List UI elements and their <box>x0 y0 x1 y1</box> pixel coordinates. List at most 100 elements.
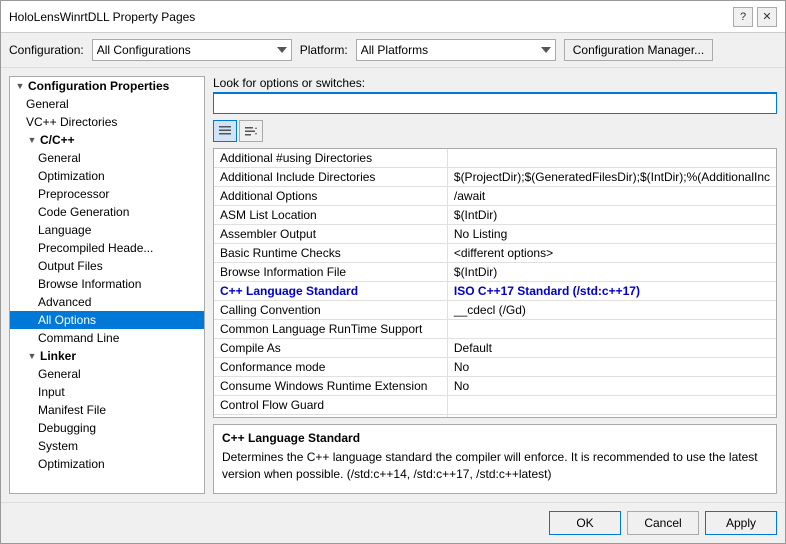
table-row[interactable]: Basic Runtime Checks<different options> <box>214 244 776 263</box>
config-row: Configuration: All Configurations Platfo… <box>1 33 785 68</box>
expand-icon-cpp: ▼ <box>26 134 38 146</box>
property-name: Control Flow Guard <box>214 396 447 415</box>
tree-node-linker-general[interactable]: General <box>10 365 204 383</box>
property-value <box>447 415 776 418</box>
table-row[interactable]: Common Language RunTime Support <box>214 320 776 339</box>
tree-node-general[interactable]: General <box>10 95 204 113</box>
property-value: <different options> <box>447 244 776 263</box>
tree-node-input[interactable]: Input <box>10 383 204 401</box>
property-name: ASM List Location <box>214 206 447 225</box>
tree-node-cpp[interactable]: ▼ C/C++ <box>10 131 204 149</box>
property-value: __cdecl (/Gd) <box>447 301 776 320</box>
description-title: C++ Language Standard <box>222 431 768 445</box>
tree-node-config-props[interactable]: ▼ Configuration Properties <box>10 77 204 95</box>
table-row[interactable]: Browse Information File$(IntDir) <box>214 263 776 282</box>
tree-label-language: Language <box>38 223 91 237</box>
tree-label-preprocessor: Preprocessor <box>38 187 109 201</box>
table-row[interactable]: Create Hotpatchable Image <box>214 415 776 418</box>
tree-node-command-line[interactable]: Command Line <box>10 329 204 347</box>
properties-scroll[interactable]: Additional #using DirectoriesAdditional … <box>214 149 776 417</box>
tree-node-precompiled[interactable]: Precompiled Heade... <box>10 239 204 257</box>
table-row[interactable]: Consume Windows Runtime ExtensionNo <box>214 377 776 396</box>
property-name: Basic Runtime Checks <box>214 244 447 263</box>
tree-label-cpp-general: General <box>38 151 81 165</box>
tree-label-debugging: Debugging <box>38 421 96 435</box>
footer: OK Cancel Apply <box>1 502 785 543</box>
sort-icon <box>244 124 258 138</box>
title-controls: ? ✕ <box>733 7 777 27</box>
property-name: Consume Windows Runtime Extension <box>214 377 447 396</box>
sort-button[interactable] <box>239 120 263 142</box>
property-name: Additional Include Directories <box>214 168 447 187</box>
tree-label-config-props: Configuration Properties <box>28 79 169 93</box>
tree-label-all-options: All Options <box>38 313 96 327</box>
table-row[interactable]: Calling Convention__cdecl (/Gd) <box>214 301 776 320</box>
search-label: Look for options or switches: <box>213 76 777 90</box>
configuration-select[interactable]: All Configurations <box>92 39 292 61</box>
platform-label: Platform: <box>300 43 348 57</box>
table-row[interactable]: C++ Language StandardISO C++17 Standard … <box>214 282 776 301</box>
property-name: Additional Options <box>214 187 447 206</box>
configuration-manager-button[interactable]: Configuration Manager... <box>564 39 713 61</box>
tree-label-precompiled: Precompiled Heade... <box>38 241 153 255</box>
table-row[interactable]: Compile AsDefault <box>214 339 776 358</box>
table-row[interactable]: Conformance modeNo <box>214 358 776 377</box>
table-row[interactable]: Additional Options/await <box>214 187 776 206</box>
property-value: $(IntDir) <box>447 263 776 282</box>
tree-node-code-gen[interactable]: Code Generation <box>10 203 204 221</box>
tree-node-all-options[interactable]: All Options <box>10 311 204 329</box>
tree-label-code-gen: Code Generation <box>38 205 129 219</box>
description-area: C++ Language Standard Determines the C++… <box>213 424 777 494</box>
property-name: Common Language RunTime Support <box>214 320 447 339</box>
help-button[interactable]: ? <box>733 7 753 27</box>
property-value <box>447 396 776 415</box>
tree-node-browse-info[interactable]: Browse Information <box>10 275 204 293</box>
tree-label-system: System <box>38 439 78 453</box>
property-name: Conformance mode <box>214 358 447 377</box>
tree-label-browse-info: Browse Information <box>38 277 141 291</box>
tree-node-vc-dirs[interactable]: VC++ Directories <box>10 113 204 131</box>
tree-label-input: Input <box>38 385 65 399</box>
table-row[interactable]: Additional Include Directories$(ProjectD… <box>214 168 776 187</box>
tree-label-cpp: C/C++ <box>40 133 75 147</box>
property-value: No <box>447 377 776 396</box>
table-row[interactable]: Additional #using Directories <box>214 149 776 168</box>
search-input[interactable] <box>213 92 777 114</box>
property-name: Compile As <box>214 339 447 358</box>
description-text: Determines the C++ language standard the… <box>222 449 768 483</box>
tree-node-linker[interactable]: ▼ Linker <box>10 347 204 365</box>
tree-node-manifest-file[interactable]: Manifest File <box>10 401 204 419</box>
ok-button[interactable]: OK <box>549 511 621 535</box>
tree-panel[interactable]: ▼ Configuration Properties General VC++ … <box>9 76 205 494</box>
property-name: Calling Convention <box>214 301 447 320</box>
platform-select[interactable]: All Platforms <box>356 39 556 61</box>
properties-grid: Additional #using DirectoriesAdditional … <box>213 148 777 418</box>
search-section: Look for options or switches: <box>213 76 777 114</box>
table-row[interactable]: Control Flow Guard <box>214 396 776 415</box>
title-bar: HoloLensWinrtDLL Property Pages ? ✕ <box>1 1 785 33</box>
tree-label-vc-dirs: VC++ Directories <box>26 115 117 129</box>
tree-label-general: General <box>26 97 69 111</box>
tree-node-output-files[interactable]: Output Files <box>10 257 204 275</box>
property-value: $(IntDir) <box>447 206 776 225</box>
cancel-button[interactable]: Cancel <box>627 511 699 535</box>
tree-node-debugging[interactable]: Debugging <box>10 419 204 437</box>
apply-button[interactable]: Apply <box>705 511 777 535</box>
table-row[interactable]: ASM List Location$(IntDir) <box>214 206 776 225</box>
configuration-label: Configuration: <box>9 43 84 57</box>
tree-node-preprocessor[interactable]: Preprocessor <box>10 185 204 203</box>
view-list-button[interactable] <box>213 120 237 142</box>
tree-node-optimization[interactable]: Optimization <box>10 167 204 185</box>
list-icon <box>218 124 232 138</box>
tree-node-optimization2[interactable]: Optimization <box>10 455 204 473</box>
property-value: $(ProjectDir);$(GeneratedFilesDir);$(Int… <box>447 168 776 187</box>
tree-label-linker: Linker <box>40 349 76 363</box>
table-row[interactable]: Assembler OutputNo Listing <box>214 225 776 244</box>
close-button[interactable]: ✕ <box>757 7 777 27</box>
tree-node-cpp-general[interactable]: General <box>10 149 204 167</box>
property-value: No Listing <box>447 225 776 244</box>
tree-node-system[interactable]: System <box>10 437 204 455</box>
tree-node-language[interactable]: Language <box>10 221 204 239</box>
expand-icon-linker: ▼ <box>26 350 38 362</box>
tree-node-advanced[interactable]: Advanced <box>10 293 204 311</box>
